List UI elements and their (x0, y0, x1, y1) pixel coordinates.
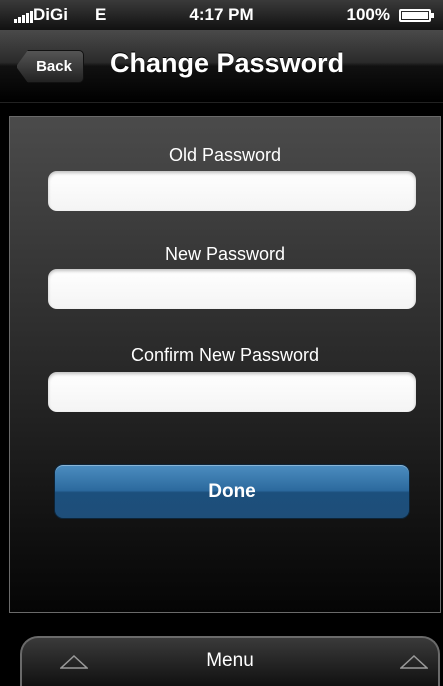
confirm-password-label: Confirm New Password (130, 345, 320, 365)
menu-tab[interactable]: Menu (20, 636, 440, 686)
old-password-field[interactable] (48, 171, 416, 211)
battery-icon (399, 9, 434, 22)
confirm-password-field[interactable] (48, 372, 416, 412)
back-button[interactable]: Back (16, 50, 84, 83)
page-title: Change Password (110, 48, 345, 78)
menu-label: Menu (206, 650, 254, 671)
new-password-field[interactable] (48, 269, 416, 309)
status-bar: DiGi E 4:17 PM 100% (0, 0, 443, 30)
change-password-form: Old Password New Password Confirm New Pa… (9, 116, 441, 613)
new-password-label: New Password (164, 244, 286, 264)
old-password-label: Old Password (168, 145, 282, 165)
old-password-input[interactable] (48, 171, 416, 211)
confirm-password-input[interactable] (48, 372, 416, 412)
battery-percent: 100% (346, 5, 390, 24)
new-password-input[interactable] (48, 269, 416, 309)
done-button[interactable]: Done (54, 464, 410, 519)
navigation-bar: Back Change Password (0, 30, 443, 103)
